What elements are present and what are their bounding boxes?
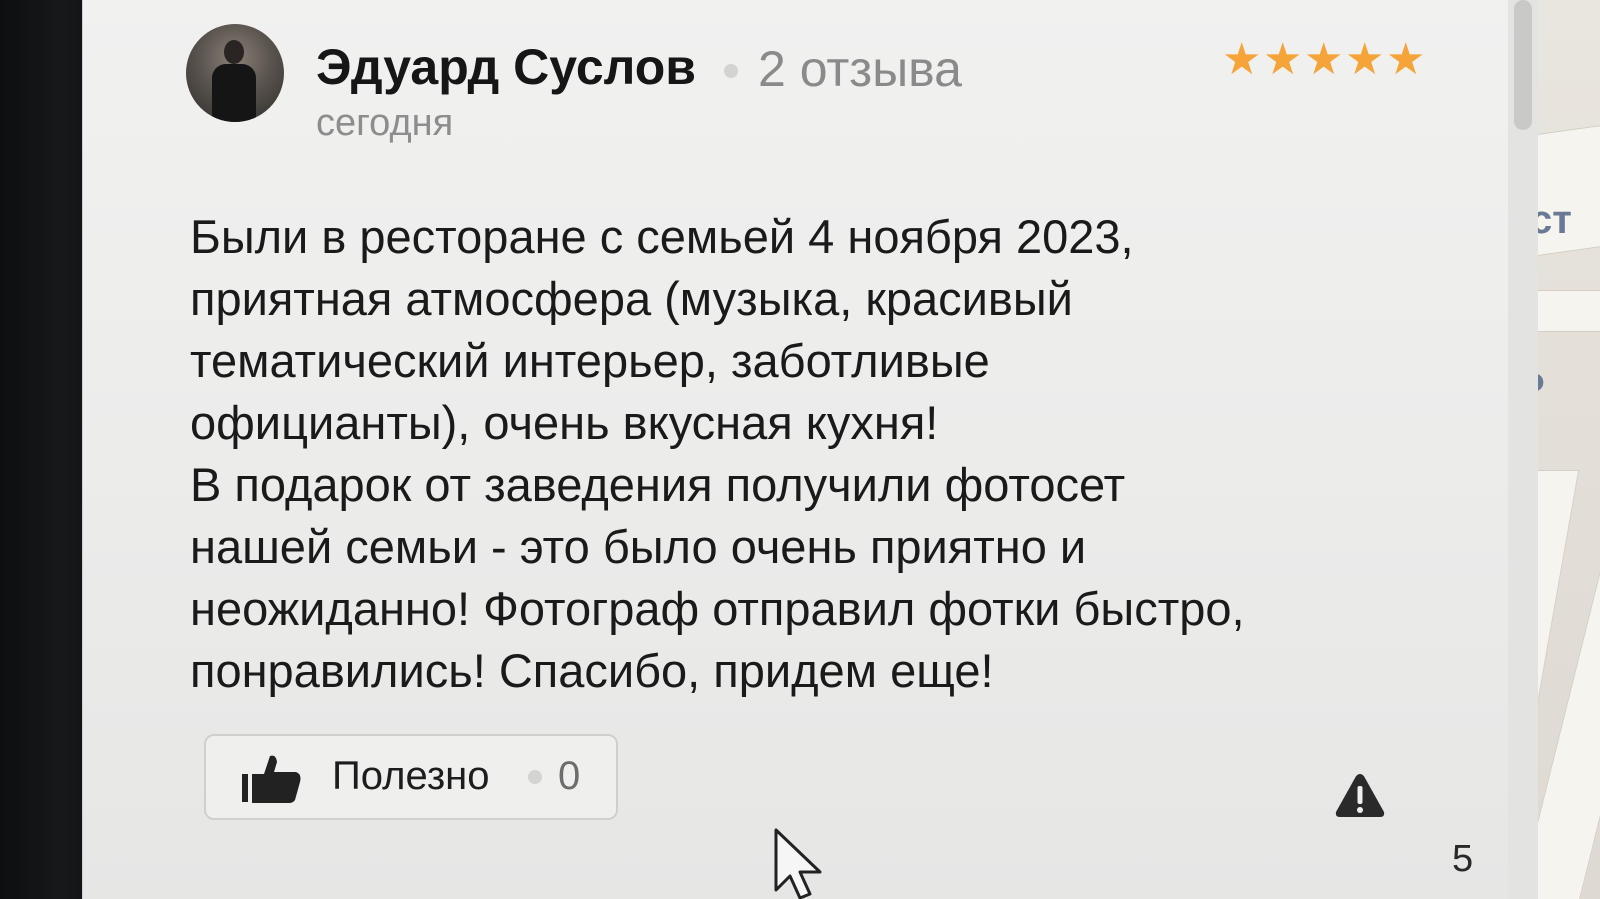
page-number: 5 bbox=[1452, 838, 1474, 880]
avatar-head bbox=[224, 40, 244, 64]
review-text-line: В подарок от заведения получили фотосет bbox=[190, 458, 1126, 511]
star-icon: ★ bbox=[1304, 35, 1344, 84]
separator-dot bbox=[724, 64, 738, 78]
star-icon: ★ bbox=[1263, 35, 1303, 84]
useful-count: 0 bbox=[558, 754, 581, 798]
star-icon: ★ bbox=[1386, 35, 1426, 84]
map-road bbox=[1530, 290, 1600, 332]
author-review-count: 2 отзыва bbox=[758, 41, 962, 97]
rating-stars: ★ ★ ★ ★ ★ bbox=[1222, 35, 1426, 84]
star-icon: ★ bbox=[1222, 35, 1262, 84]
user-avatar[interactable] bbox=[186, 24, 284, 122]
useful-label: Полезно bbox=[332, 754, 490, 798]
thumbs-up-icon bbox=[242, 755, 301, 803]
review-text-line: нашей семьи - это было очень приятно и bbox=[190, 520, 1087, 573]
review-text: Были в ресторане с семьей 4 ноября 2023,… bbox=[190, 206, 1420, 702]
author-name[interactable]: Эдуард Суслов bbox=[316, 38, 696, 96]
monitor-screen: ст P Эдуард Суслов 2 отзыва сегодня ★★★★… bbox=[0, 0, 1600, 899]
review-text-line: официанты), очень вкусная кухня! bbox=[190, 396, 939, 449]
review-date: сегодня bbox=[316, 102, 454, 144]
review-text-line: тематический интерьер, заботливые bbox=[190, 334, 990, 387]
review-text-line: неожиданно! Фотограф отправил фотки быст… bbox=[190, 582, 1245, 635]
star-icon: ★ bbox=[1345, 35, 1385, 84]
report-warning-icon[interactable] bbox=[1334, 772, 1386, 818]
scrollbar[interactable] bbox=[1508, 0, 1538, 899]
mouse-cursor bbox=[774, 828, 822, 899]
review-text-line: приятная атмосфера (музыка, красивый bbox=[190, 272, 1073, 325]
useful-button[interactable]: Полезно 0 bbox=[204, 734, 618, 820]
review-text-line: понравились! Спасибо, придем еще! bbox=[190, 644, 994, 697]
map-strip[interactable]: ст P bbox=[1530, 0, 1600, 899]
separator-dot bbox=[528, 770, 542, 784]
review-text-line: Были в ресторане с семьей 4 ноября 2023, bbox=[190, 210, 1134, 263]
scrollbar-thumb[interactable] bbox=[1514, 0, 1532, 130]
avatar-body bbox=[212, 64, 256, 122]
